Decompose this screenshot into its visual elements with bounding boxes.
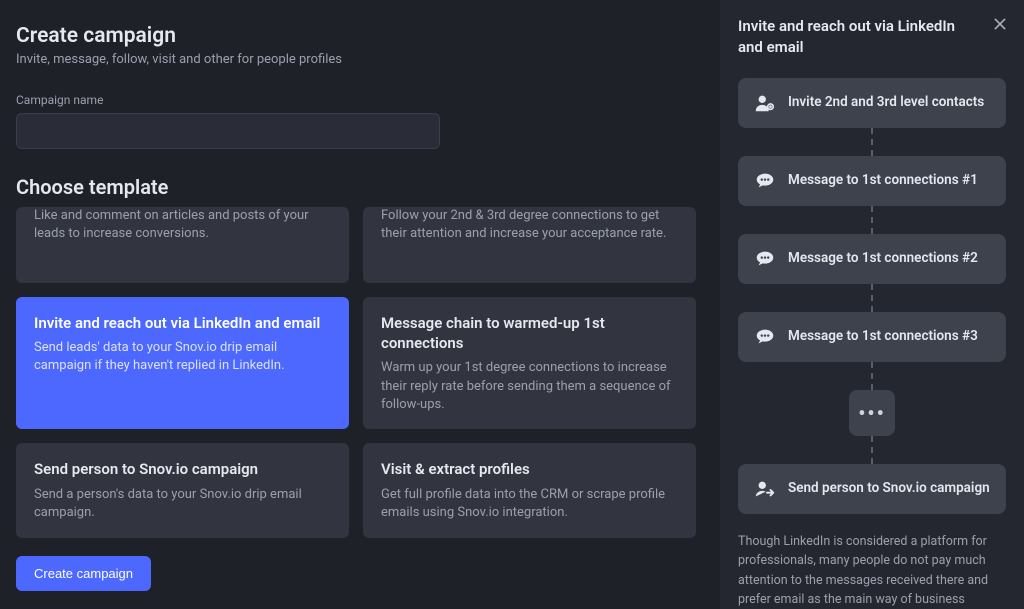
flow-step-label: Message to 1st connections #3 [788,328,978,346]
template-card-description: Warm up your 1st degree connections to i… [381,359,678,414]
flow-step[interactable]: Message to 1st connections #1 [738,156,1006,206]
template-card[interactable]: Invite and reach out via LinkedIn and em… [16,297,349,429]
flow-connector [871,128,873,156]
message-icon [754,326,776,348]
flow-step[interactable]: Message to 1st connections #2 [738,234,1006,284]
flow-connector [871,362,873,390]
message-icon [754,248,776,270]
template-card[interactable]: Follow your 2nd & 3rd degree connections… [363,207,696,283]
template-card[interactable]: Visit & extract profiles Get full profile… [363,443,696,538]
templates-grid[interactable]: Like and comment on articles and posts o… [16,207,704,538]
campaign-name-label: Campaign name [16,93,704,107]
page-title: Create campaign [16,24,704,48]
flow-step[interactable]: Send person to Snov.io campaign [738,464,1006,514]
preview-panel: Invite and reach out via LinkedIn and em… [720,0,1024,609]
template-card-description: Follow your 2nd & 3rd degree connections… [381,207,678,243]
left-panel: Create campaign Invite, message, follow,… [0,0,720,609]
template-card-title: Visit & extract profiles [381,459,678,479]
send-icon [754,478,776,500]
footer: Create campaign [0,538,720,609]
flow-ellipsis[interactable]: ••• [849,390,895,436]
flow-step[interactable]: Message to 1st connections #3 [738,312,1006,362]
template-card[interactable]: Send person to Snov.io campaign Send a pe… [16,443,349,538]
template-card-title: Send person to Snov.io campaign [34,459,331,479]
preview-description: Though LinkedIn is considered a platform… [738,532,1006,609]
template-card-description: Get full profile data into the CRM or sc… [381,486,678,522]
message-icon [754,170,776,192]
flow-step-label: Message to 1st connections #1 [788,172,978,190]
template-card-title: Invite and reach out via LinkedIn and em… [34,313,331,333]
flow-connector [871,436,873,464]
page-subtitle: Invite, message, follow, visit and other… [16,52,704,67]
template-card-description: Like and comment on articles and posts o… [34,207,331,243]
invite-icon [754,92,776,114]
left-content: Create campaign Invite, message, follow,… [0,0,720,538]
template-card-description: Send leads' data to your Snov.io drip em… [34,339,331,375]
template-card[interactable]: Like and comment on articles and posts o… [16,207,349,283]
campaign-name-input[interactable] [16,113,440,149]
flow-step-label: Invite 2nd and 3rd level contacts [788,94,984,112]
flow-connector [871,284,873,312]
flow-connector [871,206,873,234]
template-card-description: Send a person's data to your Snov.io dri… [34,486,331,522]
flow-step-label: Send person to Snov.io campaign [788,480,990,498]
flow-diagram: Invite 2nd and 3rd level contacts Message… [738,78,1006,514]
flow-step-label: Message to 1st connections #2 [788,250,978,268]
flow-step[interactable]: Invite 2nd and 3rd level contacts [738,78,1006,128]
choose-template-title: Choose template [16,175,704,199]
template-card-title: Message chain to warmed-up 1st connectio… [381,313,678,354]
create-campaign-button[interactable]: Create campaign [16,556,151,591]
template-card[interactable]: Message chain to warmed-up 1st connectio… [363,297,696,429]
preview-title: Invite and reach out via LinkedIn and em… [738,16,1006,58]
close-icon[interactable] [988,12,1012,36]
